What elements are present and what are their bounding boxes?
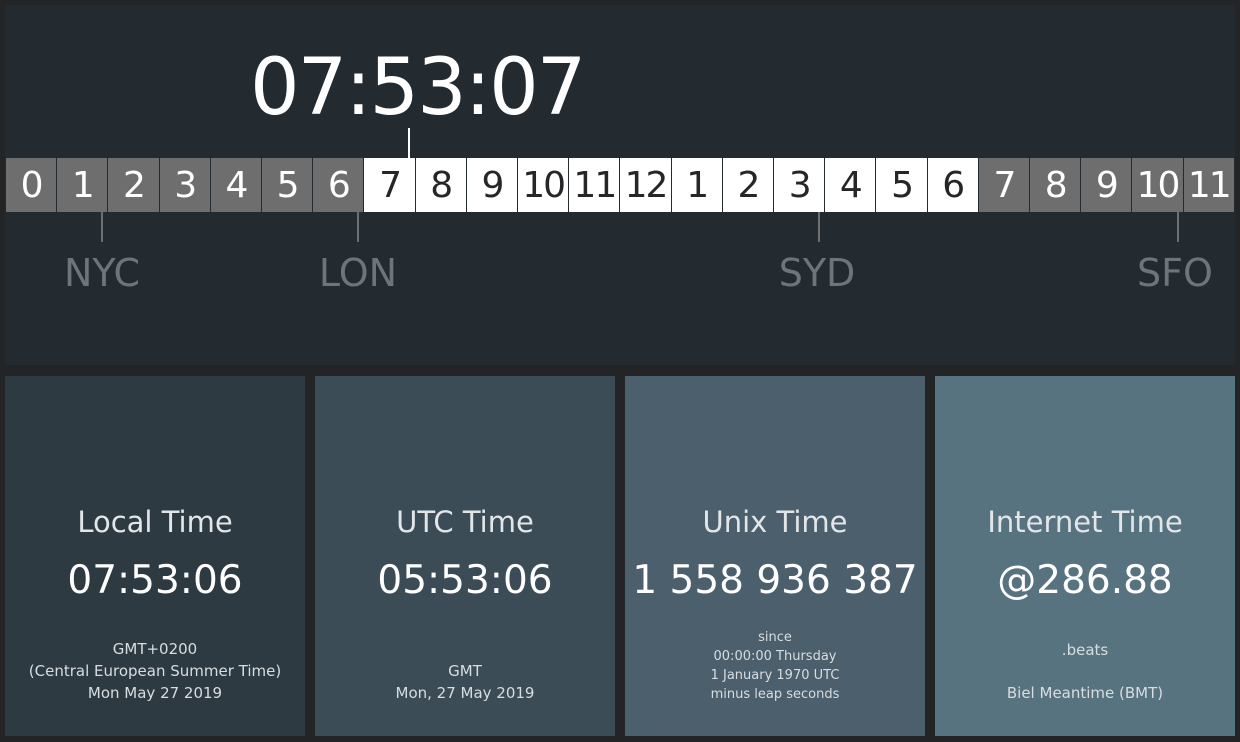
hour-cell: 4 — [210, 158, 263, 212]
sfo-marker — [1177, 212, 1179, 242]
utc-time-title: UTC Time — [396, 505, 534, 539]
hour-cell: 1 — [57, 158, 109, 212]
current-time-display: 07:53:07 — [250, 43, 586, 133]
hour-cell: 1 — [671, 158, 723, 212]
world-clock-panel: 07:53:07 0 1 2 3 4 5 6 7 8 9 10 11 12 1 2 3 4 5 6 7 8 9 10 11 N… — [5, 5, 1235, 365]
city-label-sfo: SFO — [1137, 251, 1213, 295]
internet-time-card: Internet Time @286.88 .beats Biel Meanti… — [935, 376, 1235, 736]
syd-marker — [818, 212, 820, 242]
hour-cell: 2 — [108, 158, 160, 212]
internet-time-title: Internet Time — [987, 505, 1183, 539]
hour-cell: 12 — [620, 158, 672, 212]
hour-cell: 9 — [466, 158, 519, 212]
hour-cell: 8 — [1030, 158, 1082, 212]
utc-time-zone: GMT — [448, 662, 482, 680]
hour-cell: 10 — [518, 158, 570, 212]
utc-time-card: UTC Time 05:53:06 GMT Mon, 27 May 2019 — [315, 376, 615, 736]
hour-cell: 3 — [774, 158, 826, 212]
hour-cell: 4 — [825, 158, 877, 212]
utc-time-value: 05:53:06 — [377, 558, 553, 603]
unix-time-epoch-time: 00:00:00 Thursday — [713, 649, 837, 664]
unix-time-card: Unix Time 1 558 936 387 since 00:00:00 T… — [625, 376, 925, 736]
local-time-card: Local Time 07:53:06 GMT+0200 (Central Eu… — [5, 376, 305, 736]
hour-cell: 6 — [927, 158, 979, 212]
city-label-syd: SYD — [778, 251, 856, 295]
hour-cell: 10 — [1132, 158, 1184, 212]
hour-strip: 0 1 2 3 4 5 6 7 8 9 10 11 12 1 2 3 4 5 6 7 8 9 10 11 — [6, 158, 1234, 212]
unix-time-leap-note: minus leap seconds — [710, 687, 840, 702]
city-label-nyc: NYC — [63, 251, 141, 295]
unix-time-value: 1 558 936 387 — [632, 558, 918, 603]
hour-cell: 11 — [1183, 158, 1234, 212]
hour-cell: 8 — [415, 158, 467, 212]
local-time-title: Local Time — [77, 505, 233, 539]
city-label-lon: LON — [318, 251, 398, 295]
unix-time-title: Unix Time — [702, 505, 848, 539]
hour-cell: 5 — [262, 158, 314, 212]
internet-time-value: @286.88 — [997, 558, 1173, 603]
hour-cell: 2 — [722, 158, 775, 212]
hour-cell: 5 — [876, 158, 928, 212]
hour-cell: 7 — [364, 158, 416, 212]
hour-cell: 6 — [313, 158, 365, 212]
hour-cell: 11 — [569, 158, 621, 212]
local-time-zone-name: (Central European Summer Time) — [28, 662, 282, 680]
internet-time-unit: .beats — [1061, 641, 1109, 659]
local-time-date: Mon May 27 2019 — [87, 684, 223, 702]
hour-cell: 9 — [1081, 158, 1133, 212]
unix-time-since-label: since — [758, 630, 792, 645]
nyc-marker — [101, 212, 103, 242]
hour-cell: 0 — [6, 158, 58, 212]
current-time-marker — [408, 128, 410, 158]
internet-time-meridian: Biel Meantime (BMT) — [1006, 684, 1164, 702]
utc-time-date: Mon, 27 May 2019 — [395, 684, 535, 702]
local-time-value: 07:53:06 — [67, 558, 243, 603]
hour-cell: 7 — [978, 158, 1031, 212]
local-time-offset: GMT+0200 — [112, 640, 198, 658]
hour-cell: 3 — [159, 158, 211, 212]
lon-marker — [357, 212, 359, 242]
unix-time-epoch-date: 1 January 1970 UTC — [710, 668, 840, 683]
